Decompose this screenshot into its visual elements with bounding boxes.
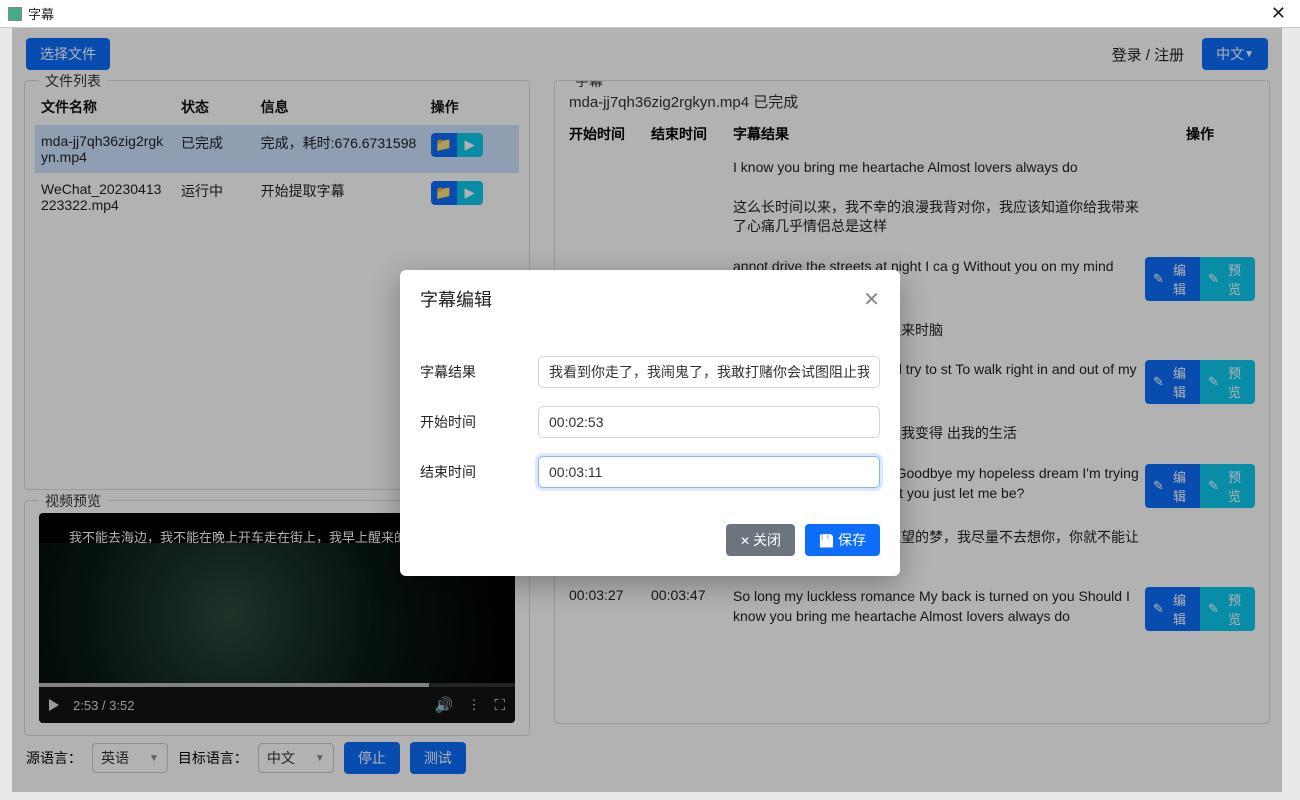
window-title: 字幕 — [28, 4, 1265, 23]
modal-save-button[interactable]: 保存 — [805, 524, 880, 556]
modal-title: 字幕编辑 — [420, 286, 863, 312]
start-time-input[interactable] — [538, 406, 880, 438]
save-icon — [819, 532, 838, 548]
app-icon — [8, 7, 22, 21]
modal-close-button[interactable]: 关闭 — [726, 524, 795, 556]
result-label: 字幕结果 — [420, 362, 520, 382]
subtitle-edit-modal: 字幕编辑 ✕ 字幕结果 开始时间 结束时间 关闭 保存 — [400, 270, 900, 576]
window-titlebar: 字幕 ✕ — [0, 0, 1300, 28]
modal-close-icon[interactable]: ✕ — [863, 287, 880, 312]
end-time-input[interactable] — [538, 456, 880, 488]
result-input[interactable] — [538, 356, 880, 388]
window-close-button[interactable]: ✕ — [1265, 3, 1292, 24]
end-time-label: 结束时间 — [420, 462, 520, 482]
close-icon — [740, 532, 753, 548]
start-time-label: 开始时间 — [420, 412, 520, 432]
